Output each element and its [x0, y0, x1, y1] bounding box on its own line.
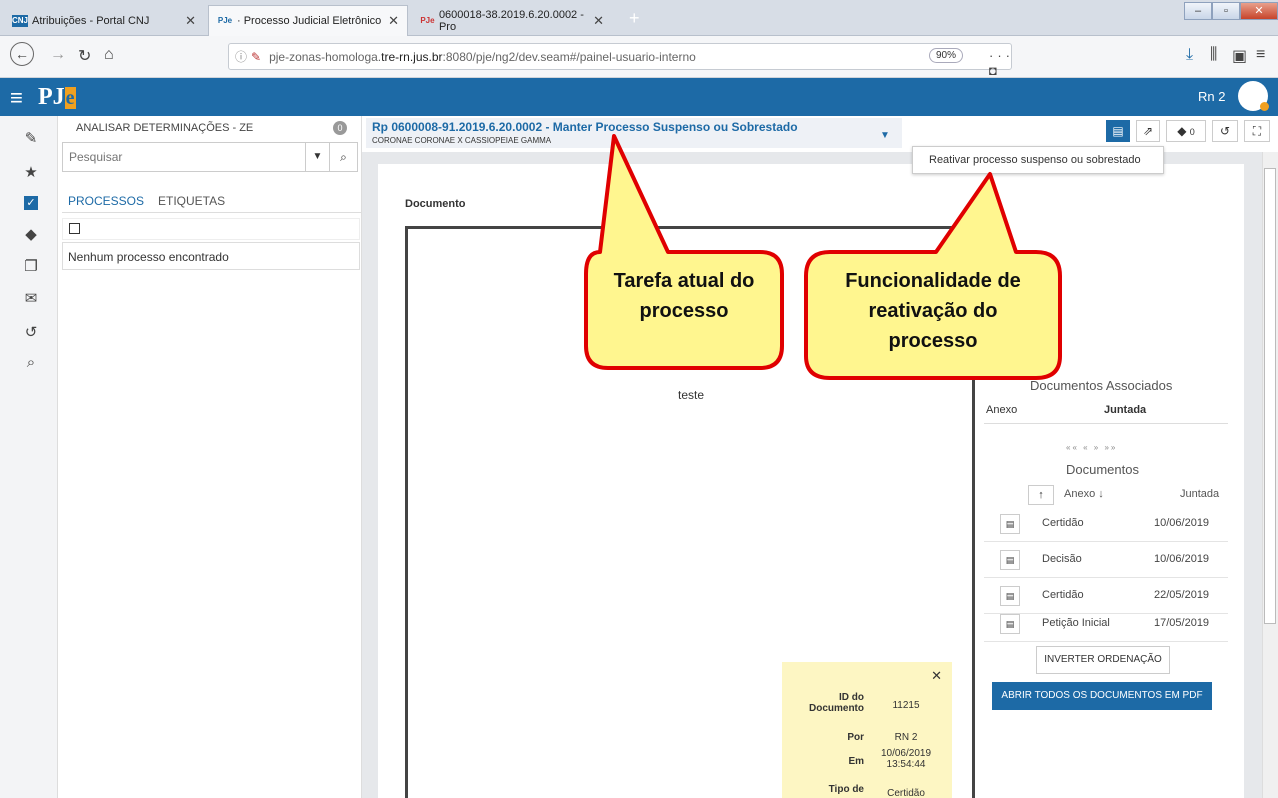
callout-left-shape: [584, 134, 784, 370]
callout-left-text: Tarefa atual do processo: [613, 270, 755, 322]
callout-right-text: Funcionalidade de reativação do processo: [845, 270, 1021, 352]
callouts-overlay: [584, 134, 1062, 380]
